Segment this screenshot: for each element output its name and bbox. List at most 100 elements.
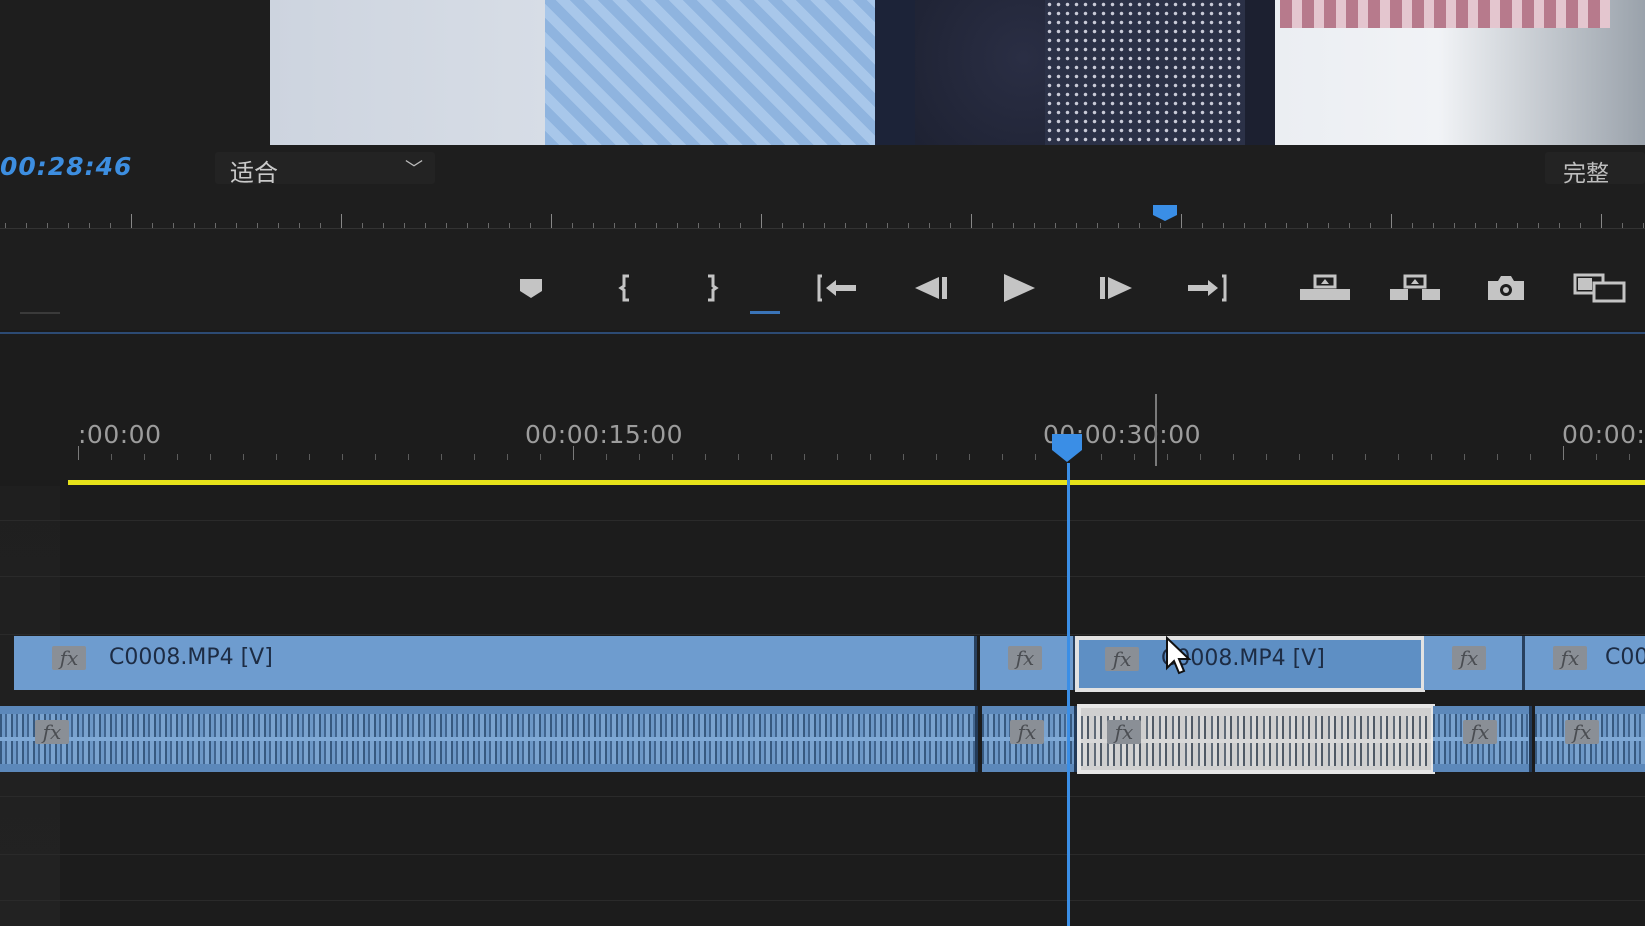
- go-to-out-button[interactable]: [1180, 262, 1232, 314]
- step-back-button[interactable]: [905, 262, 957, 314]
- ruler-tick: [68, 223, 69, 228]
- monitor-playhead-icon[interactable]: [1152, 204, 1178, 222]
- ruler-tick: [1118, 223, 1119, 228]
- go-to-in-button[interactable]: [812, 262, 864, 314]
- fx-badge-icon[interactable]: fx: [1010, 720, 1044, 744]
- ruler-tick: [1244, 223, 1245, 228]
- timeline-time-ruler[interactable]: [0, 446, 1645, 460]
- ruler-tick: [903, 454, 904, 460]
- ruler-tick: [606, 454, 607, 460]
- ruler-tick: [1265, 223, 1266, 228]
- ruler-tick: [761, 214, 762, 228]
- ruler-tick: [467, 223, 468, 228]
- ruler-tick: [1299, 454, 1300, 460]
- play-button[interactable]: [993, 262, 1045, 314]
- ruler-tick: [1431, 454, 1432, 460]
- ruler-label: 00:00:15:00: [525, 420, 684, 449]
- work-area-bar[interactable]: [68, 480, 1645, 485]
- ruler-tick: [210, 454, 211, 460]
- track-divider: [0, 854, 1645, 855]
- ruler-label: 00:00:: [1562, 420, 1645, 449]
- fx-badge-icon[interactable]: fx: [1565, 720, 1599, 744]
- extract-button[interactable]: [1385, 262, 1445, 314]
- mark-out-button[interactable]: [685, 262, 737, 314]
- ruler-tick: [1475, 223, 1476, 228]
- audio-clip-selected[interactable]: fx: [1077, 704, 1435, 774]
- ruler-tick: [672, 454, 673, 460]
- playhead-line[interactable]: [1067, 463, 1070, 926]
- ruler-tick: [173, 223, 174, 228]
- go-to-out-icon: [1188, 274, 1227, 302]
- ruler-tick: [639, 454, 640, 460]
- ruler-tick: [1167, 454, 1168, 460]
- ruler-tick: [1365, 454, 1366, 460]
- monitor-time-ruler[interactable]: [0, 208, 1645, 229]
- ruler-tick: [1307, 223, 1308, 228]
- ruler-tick: [1034, 223, 1035, 228]
- playback-resolution-dropdown[interactable]: 完整: [1545, 152, 1645, 187]
- ruler-tick: [803, 223, 804, 228]
- ruler-tick: [131, 214, 132, 228]
- ruler-tick: [1349, 223, 1350, 228]
- ruler-tick: [719, 223, 720, 228]
- step-forward-icon: [1100, 277, 1132, 299]
- video-clip[interactable]: fx C00: [1525, 636, 1645, 690]
- ruler-tick: [507, 454, 508, 460]
- playback-resolution-label: 完整: [1563, 161, 1609, 187]
- ruler-tick: [782, 223, 783, 228]
- ruler-tick: [1464, 454, 1465, 460]
- fx-badge-icon[interactable]: fx: [1553, 646, 1587, 670]
- ruler-tick: [1538, 223, 1539, 228]
- video-clip-selected[interactable]: fx C0008.MP4 [V]: [1075, 636, 1425, 692]
- ruler-tick: [1370, 223, 1371, 228]
- ruler-tick: [404, 223, 405, 228]
- ruler-tick: [1622, 223, 1623, 228]
- active-tool-indicator: [750, 311, 780, 314]
- add-marker-button[interactable]: [505, 262, 557, 314]
- comparison-view-button[interactable]: [1570, 262, 1630, 314]
- audio-clip[interactable]: fx: [1535, 706, 1645, 772]
- ruler-tick: [573, 446, 574, 460]
- playhead-timecode[interactable]: 00:28:46: [0, 152, 132, 181]
- lift-button[interactable]: [1295, 262, 1355, 314]
- fx-badge-icon[interactable]: fx: [1008, 646, 1042, 670]
- mark-in-button[interactable]: [600, 262, 652, 314]
- video-clip[interactable]: fx: [980, 636, 1076, 690]
- ruler-tick: [1013, 223, 1014, 228]
- zoom-fit-dropdown[interactable]: 适合 ﹀: [215, 152, 435, 187]
- panel-edge-indicator: [20, 312, 60, 314]
- video-clip[interactable]: fx C0008.MP4 [V]: [14, 636, 977, 690]
- ruler-tick: [698, 223, 699, 228]
- ruler-tick: [1454, 223, 1455, 228]
- ruler-tick: [866, 223, 867, 228]
- ruler-tick: [1391, 214, 1392, 228]
- playhead-handle-icon[interactable]: [1050, 432, 1084, 464]
- ruler-tick: [362, 223, 363, 228]
- ruler-tick: [47, 223, 48, 228]
- track-divider: [0, 634, 1645, 635]
- fx-badge-icon[interactable]: fx: [52, 646, 86, 670]
- ruler-tick: [740, 223, 741, 228]
- audio-clip[interactable]: fx: [982, 706, 1077, 772]
- ruler-tick: [278, 223, 279, 228]
- ruler-tick: [593, 223, 594, 228]
- video-dotted-shirt: [1045, 0, 1245, 145]
- fx-badge-icon[interactable]: fx: [1452, 646, 1486, 670]
- audio-clip[interactable]: fx: [0, 706, 978, 772]
- fx-badge-icon[interactable]: fx: [35, 720, 69, 744]
- ruler-tick: [804, 454, 805, 460]
- step-forward-button[interactable]: [1090, 262, 1142, 314]
- video-plaid-sleeve: [1280, 0, 1610, 28]
- video-clip[interactable]: fx: [1424, 636, 1525, 690]
- track-divider: [0, 576, 1645, 577]
- ruler-tick: [1433, 223, 1434, 228]
- ruler-tick: [572, 223, 573, 228]
- ruler-tick: [89, 223, 90, 228]
- fx-badge-icon[interactable]: fx: [1107, 720, 1141, 744]
- fx-badge-icon[interactable]: fx: [1463, 720, 1497, 744]
- ruler-tick: [320, 223, 321, 228]
- ruler-tick: [1332, 454, 1333, 460]
- audio-clip[interactable]: fx: [1433, 706, 1532, 772]
- export-frame-button[interactable]: [1480, 262, 1532, 314]
- fx-badge-icon[interactable]: fx: [1105, 647, 1139, 671]
